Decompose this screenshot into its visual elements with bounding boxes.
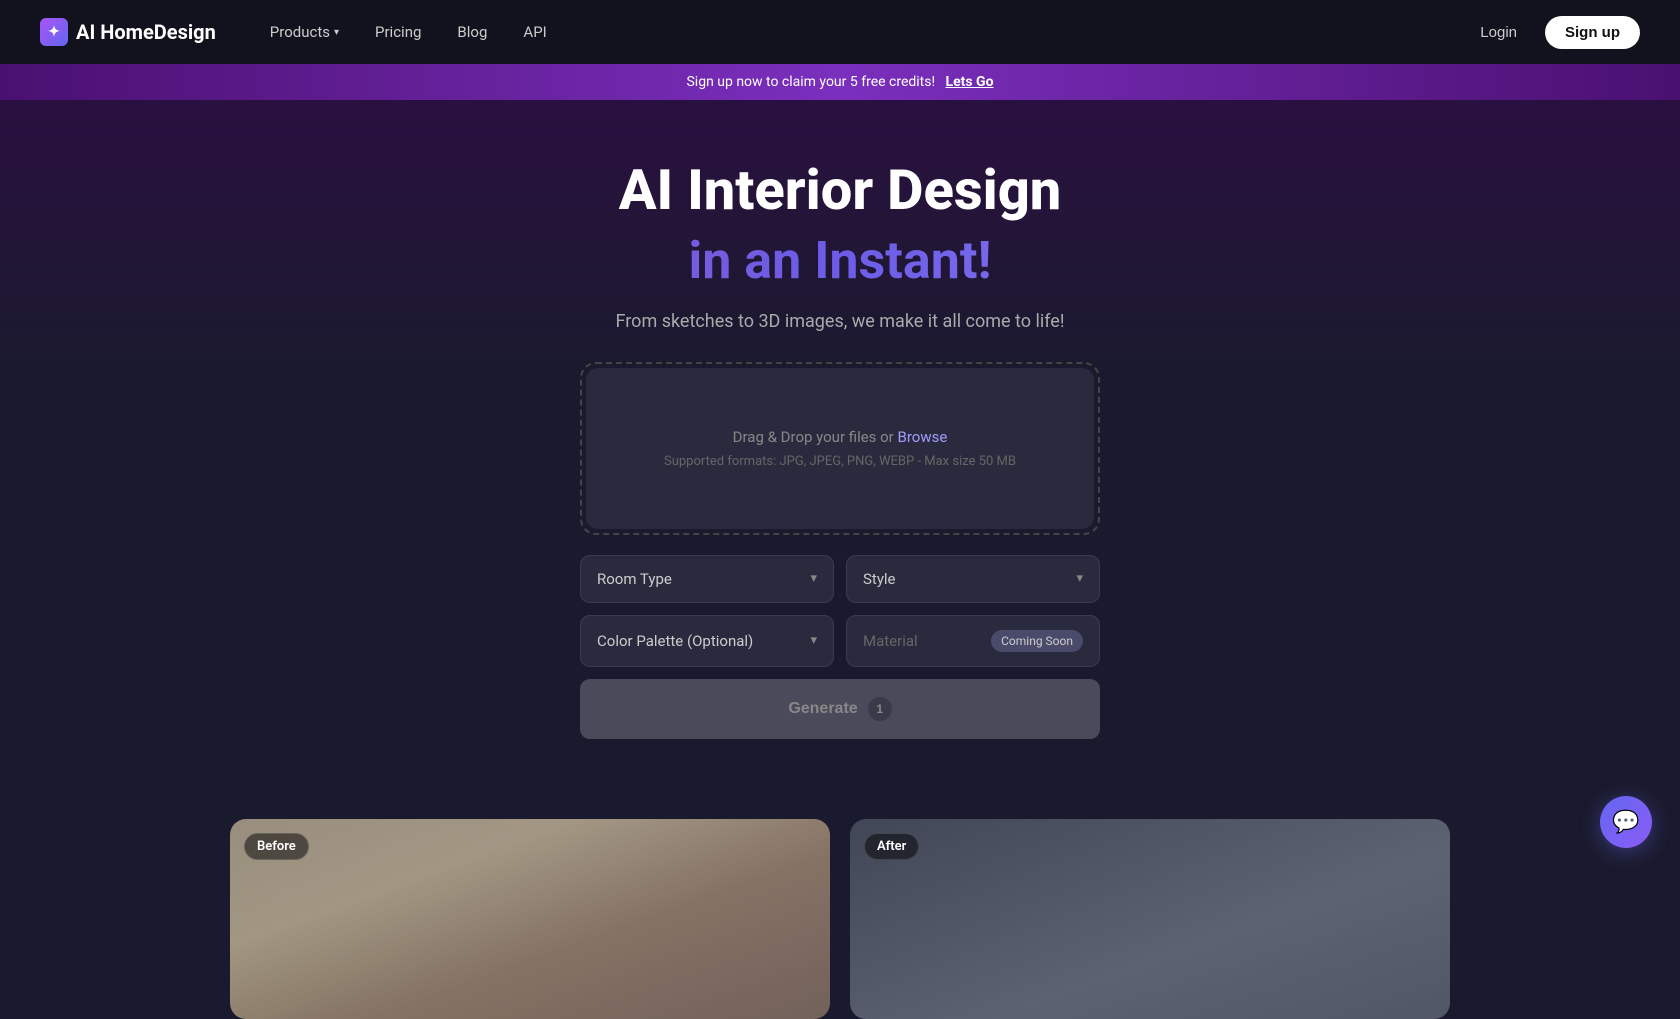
nav-links: Products ▾ Pricing Blog API <box>256 15 561 49</box>
after-scene <box>850 819 1450 1019</box>
color-palette-label: Color Palette (Optional) <box>597 632 753 650</box>
hero-heading1: AI Interior Design <box>20 160 1660 222</box>
nav-pricing[interactable]: Pricing <box>361 15 435 49</box>
material-field: Material Coming Soon <box>846 615 1100 667</box>
chevron-down-icon: ▾ <box>334 27 339 38</box>
upload-drag-text: Drag & Drop your files or Browse <box>733 428 948 446</box>
logo[interactable]: ✦ AI HomeDesign <box>40 18 216 46</box>
banner-cta[interactable]: Lets Go <box>946 74 994 90</box>
logo-icon: ✦ <box>40 18 68 46</box>
material-placeholder: Material <box>863 632 918 650</box>
chevron-down-icon: ▾ <box>1076 571 1083 586</box>
style-label: Style <box>863 570 896 588</box>
before-image-card: Before <box>230 819 830 1019</box>
nav-products[interactable]: Products ▾ <box>256 15 353 49</box>
nav-api[interactable]: API <box>509 15 560 49</box>
room-type-dropdown[interactable]: Room Type ▾ <box>580 555 834 603</box>
color-palette-dropdown[interactable]: Color Palette (Optional) ▾ <box>580 615 834 667</box>
hero-subtitle: From sketches to 3D images, we make it a… <box>20 311 1660 332</box>
controls-row-1: Room Type ▾ Style ▾ <box>580 555 1100 603</box>
browse-link[interactable]: Browse <box>898 428 948 446</box>
credit-count: 1 <box>876 702 883 716</box>
navbar-right: Login Sign up <box>1464 16 1640 49</box>
before-after-section: Before After <box>190 779 1490 1019</box>
chat-icon: 💬 <box>1612 810 1639 835</box>
room-type-label: Room Type <box>597 570 672 588</box>
chat-bubble-button[interactable]: 💬 <box>1600 796 1652 848</box>
before-label: Before <box>244 833 309 860</box>
signup-button[interactable]: Sign up <box>1545 16 1640 49</box>
after-label: After <box>864 833 919 860</box>
promo-banner: Sign up now to claim your 5 free credits… <box>0 64 1680 100</box>
chevron-down-icon: ▾ <box>810 633 817 648</box>
credit-badge: 1 <box>868 697 892 721</box>
hero-section: AI Interior Design in an Instant! From s… <box>0 100 1680 779</box>
coming-soon-badge: Coming Soon <box>991 630 1083 652</box>
nav-blog[interactable]: Blog <box>443 15 501 49</box>
chevron-down-icon: ▾ <box>810 571 817 586</box>
navbar-left: ✦ AI HomeDesign Products ▾ Pricing Blog … <box>40 15 561 49</box>
navbar: ✦ AI HomeDesign Products ▾ Pricing Blog … <box>0 0 1680 64</box>
before-scene <box>230 819 830 1019</box>
controls-row-2: Color Palette (Optional) ▾ Material Comi… <box>580 615 1100 667</box>
after-image-card: After <box>850 819 1450 1019</box>
upload-inner: Drag & Drop your files or Browse Support… <box>586 368 1094 529</box>
banner-text: Sign up now to claim your 5 free credits… <box>686 74 935 90</box>
logo-text: AI HomeDesign <box>76 20 216 44</box>
generate-button[interactable]: Generate 1 <box>580 679 1100 739</box>
login-button[interactable]: Login <box>1464 16 1533 49</box>
style-dropdown[interactable]: Style ▾ <box>846 555 1100 603</box>
upload-card[interactable]: Drag & Drop your files or Browse Support… <box>580 362 1100 535</box>
generate-label: Generate <box>788 700 857 718</box>
upload-formats: Supported formats: JPG, JPEG, PNG, WEBP … <box>664 454 1016 469</box>
hero-heading2: in an Instant! <box>20 230 1660 291</box>
controls-container: Room Type ▾ Style ▾ Color Palette (Optio… <box>580 555 1100 739</box>
